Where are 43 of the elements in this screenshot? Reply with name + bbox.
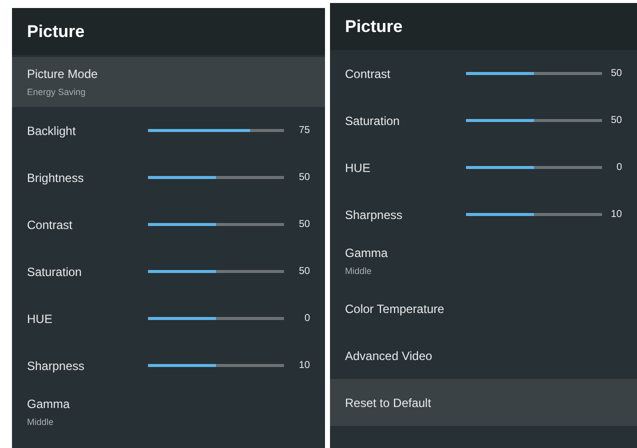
menu-item[interactable]: Picture Mode Energy Saving — [12, 57, 325, 107]
slider-track[interactable] — [466, 213, 602, 216]
slider-value: 50 — [298, 171, 310, 185]
slider-track[interactable] — [148, 364, 284, 367]
slider-track[interactable] — [148, 176, 284, 179]
slider-track[interactable] — [466, 119, 602, 122]
item-label: Gamma — [345, 245, 388, 262]
slider-value: 50 — [298, 218, 310, 232]
item-label: Picture Mode — [27, 66, 98, 83]
slider-value: 75 — [298, 124, 310, 138]
item-label: Color Temperature — [345, 300, 444, 318]
item-value: Middle — [27, 416, 55, 430]
slider-track[interactable] — [148, 270, 284, 273]
slider-value: 0 — [615, 161, 622, 175]
slider-value: 50 — [610, 67, 622, 81]
slider-value: 50 — [298, 265, 310, 279]
item-label: Backlight — [27, 122, 77, 140]
slider-value: 50 — [610, 114, 622, 128]
item-label: Advanced Video — [345, 348, 432, 364]
slider-value: 10 — [298, 359, 310, 373]
slider-track[interactable] — [148, 317, 284, 320]
item-label: Contrast — [345, 66, 392, 82]
slider-track[interactable] — [466, 72, 602, 75]
slider-track[interactable] — [148, 223, 284, 226]
slider-value: 10 — [610, 208, 622, 222]
item-label: Gamma — [27, 396, 70, 414]
menu-item[interactable]: Reset to Default — [330, 379, 637, 426]
item-label: Brightness — [27, 170, 85, 186]
panel-title: Picture — [345, 16, 403, 38]
item-label: Sharpness — [27, 358, 86, 374]
slider-track[interactable] — [466, 166, 602, 169]
slider-track[interactable] — [148, 129, 284, 132]
item-label: Reset to Default — [345, 394, 432, 412]
item-value: Middle — [345, 265, 373, 278]
item-value: Energy Saving — [27, 86, 87, 99]
item-label: Saturation — [27, 264, 83, 280]
item-label: HUE — [345, 160, 372, 176]
item-label: Sharpness — [345, 206, 404, 224]
panel-title: Picture — [27, 20, 85, 43]
item-label: HUE — [27, 310, 54, 328]
item-label: Contrast — [27, 216, 74, 234]
item-label: Saturation — [345, 112, 401, 130]
slider-value: 0 — [303, 312, 310, 326]
